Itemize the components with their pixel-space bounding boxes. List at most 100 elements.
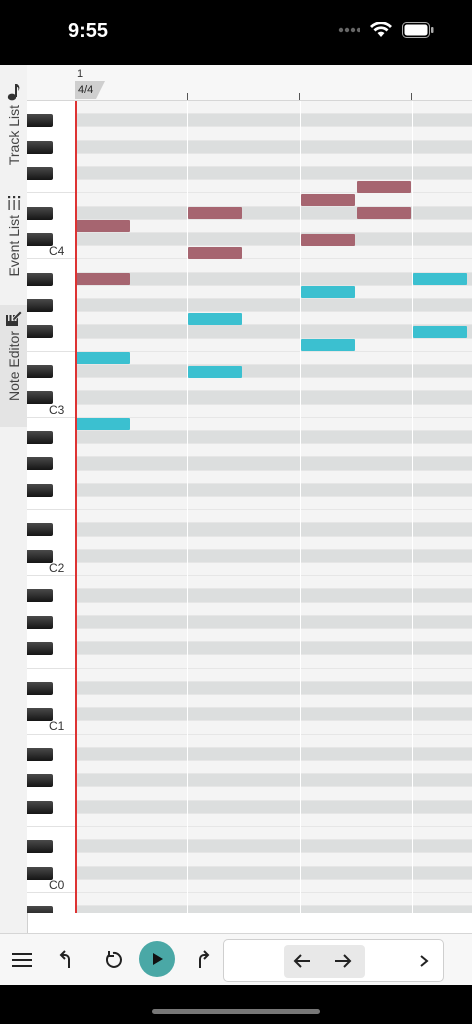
tab-note-editor-label: Note Editor	[5, 331, 22, 402]
note-block[interactable]	[188, 312, 243, 325]
home-indicator-area	[0, 985, 472, 1024]
status-bar: 9:55	[0, 0, 472, 65]
beat-line	[411, 101, 413, 913]
black-key[interactable]	[27, 615, 53, 629]
scroll-right-button[interactable]	[333, 951, 353, 976]
octave-label: C1	[49, 719, 65, 734]
octave-label: C2	[49, 561, 65, 575]
white-key-divider	[27, 416, 75, 418]
white-key-divider	[27, 667, 75, 669]
note-block[interactable]	[412, 273, 468, 286]
music-note-icon	[7, 84, 19, 101]
time-signature-marker[interactable]: 4/4	[75, 81, 105, 99]
white-key-divider	[27, 826, 75, 827]
white-key-divider	[27, 350, 75, 352]
rewind-icon	[106, 951, 122, 968]
note-block[interactable]	[300, 194, 355, 206]
note-block[interactable]	[188, 365, 243, 378]
octave-label: C0	[49, 877, 65, 892]
note-block[interactable]	[300, 339, 355, 352]
beat-tick	[411, 93, 412, 100]
beat-tick	[299, 93, 300, 100]
beat-tick	[187, 93, 188, 100]
note-block[interactable]	[356, 180, 411, 193]
scroll-left-button[interactable]	[292, 951, 312, 976]
black-key[interactable]	[27, 840, 53, 854]
status-indicators	[338, 22, 434, 38]
tab-track-list[interactable]: Track List	[0, 83, 27, 165]
black-key[interactable]	[27, 906, 53, 913]
play-icon	[153, 953, 163, 965]
piano-edit-icon	[5, 310, 23, 326]
bar-number: 1	[77, 68, 84, 80]
tab-event-list-label: Event List	[5, 215, 22, 277]
menu-button[interactable]	[4, 934, 40, 985]
black-key[interactable]	[27, 431, 53, 444]
list-icon	[7, 196, 20, 210]
black-key[interactable]	[27, 114, 53, 128]
playhead	[75, 101, 77, 913]
black-key[interactable]	[27, 483, 53, 497]
white-key-divider	[27, 892, 75, 893]
black-key[interactable]	[27, 681, 53, 695]
black-key[interactable]	[27, 272, 53, 286]
beat-line	[299, 101, 301, 913]
status-time: 9:55	[68, 20, 109, 42]
scroll-arrows	[284, 945, 365, 978]
note-block[interactable]	[300, 233, 355, 246]
play-button[interactable]	[139, 941, 175, 977]
black-key[interactable]	[27, 589, 53, 603]
menu-icon	[12, 953, 32, 967]
black-key[interactable]	[27, 747, 53, 761]
note-block[interactable]	[356, 207, 411, 220]
octave-label: C3	[49, 402, 65, 417]
arrow-right-icon	[335, 954, 352, 968]
note-block[interactable]	[412, 326, 468, 338]
black-key[interactable]	[27, 642, 53, 656]
expand-button[interactable]	[418, 953, 430, 974]
battery-icon	[402, 22, 434, 38]
black-key[interactable]	[27, 365, 53, 378]
app-window: Track List Event List Note Editor 1 4/4 …	[0, 65, 472, 985]
octave-label: C4	[49, 244, 65, 259]
black-key[interactable]	[27, 774, 53, 788]
white-key-divider	[27, 733, 75, 735]
navigation-panel	[223, 939, 444, 982]
tab-track-list-label: Track List	[5, 105, 22, 166]
black-key[interactable]	[27, 523, 53, 537]
undo-icon	[59, 950, 70, 968]
note-block[interactable]	[76, 352, 131, 365]
bottom-toolbar	[0, 933, 472, 985]
black-key[interactable]	[27, 299, 53, 312]
undo-button[interactable]	[51, 934, 87, 985]
white-key-divider	[27, 258, 75, 260]
signal-dots-icon	[338, 27, 360, 33]
chevron-right-icon	[420, 955, 429, 967]
black-key[interactable]	[27, 800, 53, 814]
note-block[interactable]	[188, 246, 243, 259]
white-key-divider	[27, 192, 75, 194]
beat-line	[187, 101, 189, 913]
tab-note-editor[interactable]: Note Editor	[0, 305, 27, 427]
black-key[interactable]	[27, 325, 53, 339]
redo-button[interactable]	[182, 934, 218, 985]
piano-keyboard[interactable]: C4 C3 C2 C1 C0	[27, 101, 75, 913]
black-key[interactable]	[27, 167, 53, 180]
note-grid[interactable]	[75, 101, 472, 913]
note-block[interactable]	[76, 418, 131, 431]
home-indicator[interactable]	[152, 1009, 320, 1014]
black-key[interactable]	[27, 206, 53, 220]
arrow-left-icon	[293, 954, 310, 968]
note-block[interactable]	[300, 286, 355, 299]
black-key[interactable]	[27, 457, 53, 471]
note-block[interactable]	[76, 273, 131, 286]
rewind-button[interactable]	[95, 934, 131, 985]
white-key-divider	[27, 509, 75, 511]
side-tab-bar: Track List Event List Note Editor	[0, 65, 28, 935]
white-key-divider	[27, 575, 75, 577]
timeline-ruler[interactable]: 1 4/4	[27, 65, 472, 101]
black-key[interactable]	[27, 140, 53, 154]
note-block[interactable]	[76, 220, 131, 233]
tab-event-list[interactable]: Event List	[0, 195, 27, 276]
note-block[interactable]	[188, 207, 243, 220]
